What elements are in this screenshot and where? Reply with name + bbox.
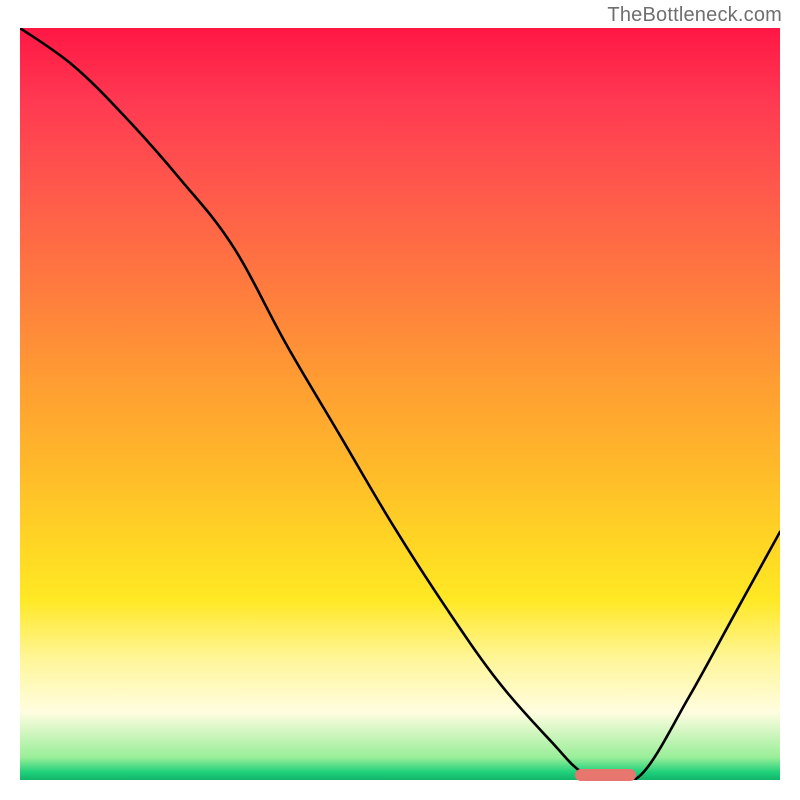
watermark-text: TheBottleneck.com (607, 4, 782, 27)
chart-container: TheBottleneck.com (0, 0, 800, 800)
bottleneck-marker (575, 769, 636, 781)
plot-area (20, 28, 780, 780)
curve-layer (20, 28, 780, 780)
bottleneck-curve (20, 28, 780, 780)
